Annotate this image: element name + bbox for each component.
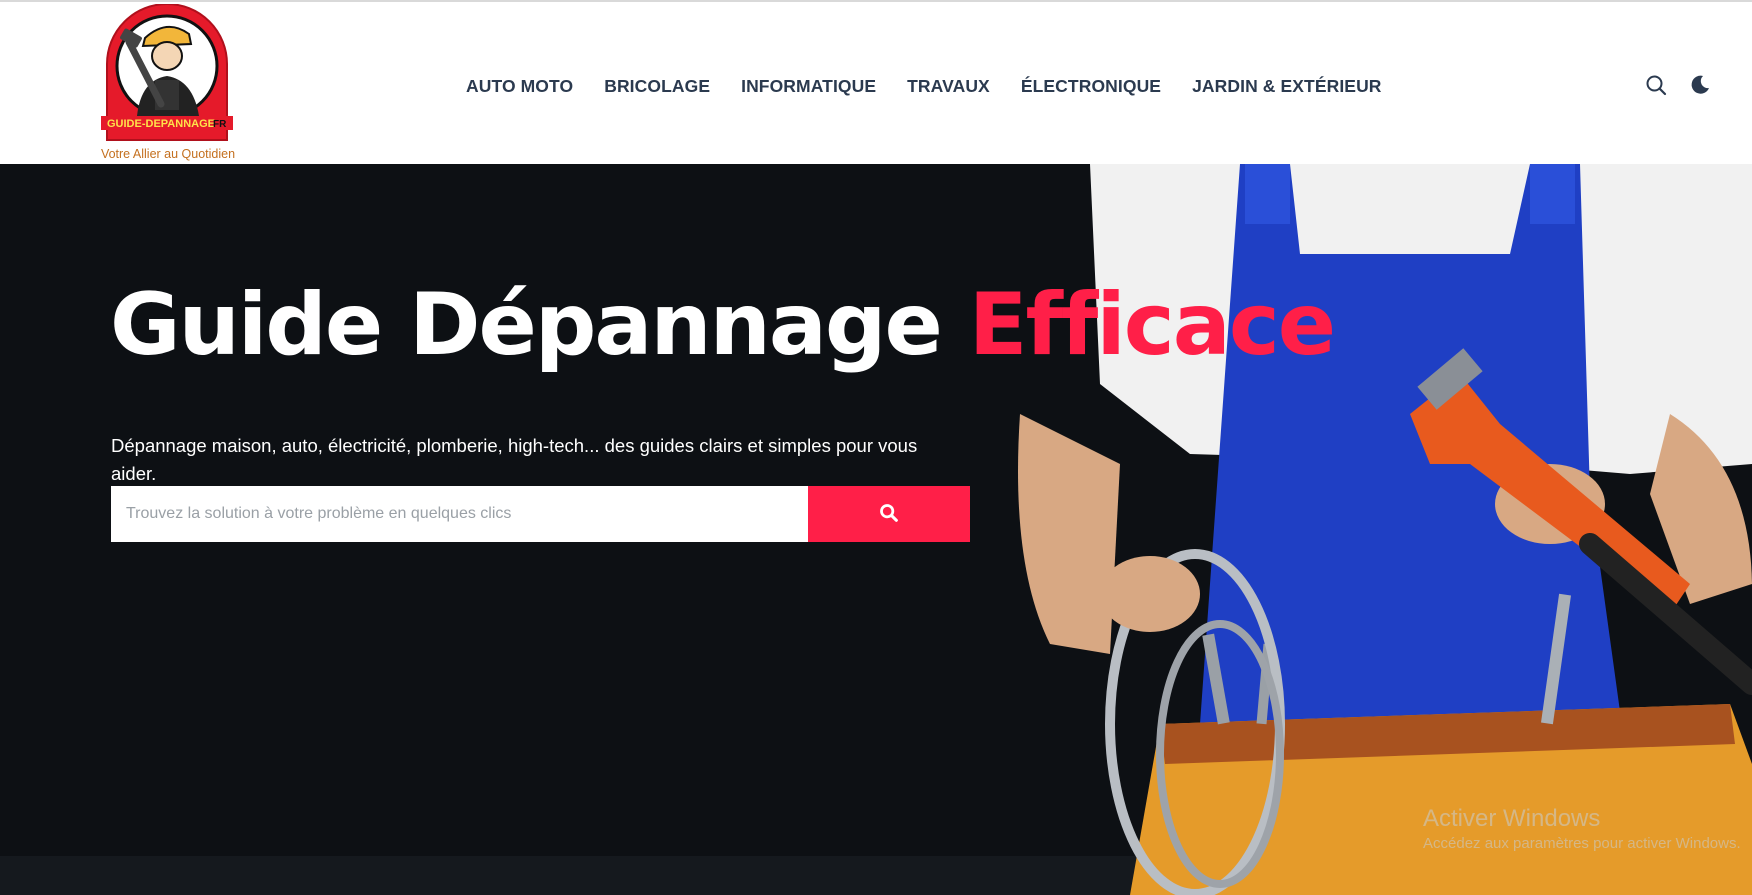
watermark-title: Activer Windows [1423,805,1601,832]
watermark-subtitle: Accédez aux paramètres pour activer Wind… [1423,835,1741,852]
hero-search-form [111,486,970,542]
hero-title-main: Guide Dépannage [110,275,969,375]
hero-search-button[interactable] [808,486,970,542]
logo-suffix: FR [213,119,227,130]
hero-section: Guide Dépannage Efficace Dépannage maiso… [0,164,1752,895]
site-header: GUIDE-DEPANNAGE FR Votre Allier au Quoti… [0,2,1752,164]
main-nav: AUTO MOTO BRICOLAGE INFORMATIQUE TRAVAUX… [466,72,1382,100]
plumber-logo-badge: GUIDE-DEPANNAGE FR [101,4,233,141]
nav-informatique[interactable]: INFORMATIQUE [741,72,876,100]
search-icon [878,502,900,527]
nav-bricolage[interactable]: BRICOLAGE [604,72,710,100]
hero-title-accent: Efficace [968,275,1336,375]
nav-travaux[interactable]: TRAVAUX [907,72,990,100]
logo-text: GUIDE-DEPANNAGE [107,118,215,130]
site-logo[interactable]: GUIDE-DEPANNAGE FR Votre Allier au Quoti… [98,4,238,164]
nav-electronique[interactable]: ÉLECTRONIQUE [1021,72,1161,100]
hero-subtitle: Dépannage maison, auto, électricité, plo… [111,435,918,484]
hero-title: Guide Dépannage Efficace [110,270,1336,380]
windows-activation-watermark: Activer Windows Accédez aux paramètres p… [1423,804,1741,854]
logo-tagline: Votre Allier au Quotidien [100,147,236,161]
hero-search-input[interactable] [111,486,808,542]
search-icon[interactable] [1644,73,1668,97]
nav-auto-moto[interactable]: AUTO MOTO [466,72,573,100]
nav-jardin-exterieur[interactable]: JARDIN & EXTÉRIEUR [1192,72,1381,100]
moon-icon[interactable] [1688,73,1712,97]
